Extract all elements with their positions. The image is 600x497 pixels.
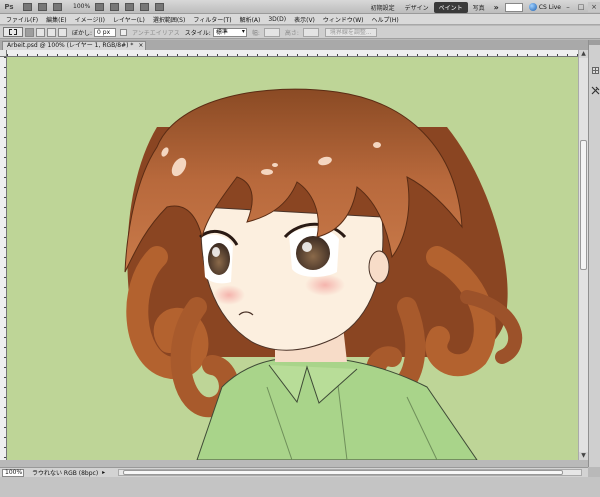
feather-input[interactable]: 0 px	[94, 27, 117, 37]
screen-mode-button[interactable]	[154, 2, 165, 12]
photoshop-window: Ps 100% 初期設定 デザイン ペイント 写真 » CS Live – □ …	[0, 0, 600, 497]
menu-select[interactable]: 選択範囲(S)	[149, 15, 190, 24]
new-selection-button[interactable]	[25, 27, 34, 37]
workspace-painting[interactable]: ペイント	[433, 1, 468, 13]
screen-mode-icon	[155, 2, 165, 11]
arrange-icon	[140, 2, 150, 11]
status-menu-arrow[interactable]: ▸	[102, 469, 105, 476]
grid-icon	[53, 2, 62, 11]
close-button[interactable]: ×	[588, 2, 600, 12]
panel-dock	[588, 40, 600, 467]
horizontal-scrollbar[interactable]	[118, 469, 582, 476]
brush-presets-button[interactable]	[590, 64, 600, 76]
document-canvas[interactable]	[7, 57, 578, 460]
hand-icon	[95, 2, 105, 11]
ear	[368, 250, 390, 284]
document-tab-title: Arbeit.psd @ 100% (レイヤー 1, RGB/8#) *	[7, 42, 134, 49]
style-select[interactable]: 標準	[212, 27, 247, 37]
workspace-essentials[interactable]: 初期設定	[366, 2, 400, 13]
add-to-selection-button[interactable]	[36, 27, 45, 37]
horizontal-scroll-thumb[interactable]	[123, 470, 563, 475]
width-label: 幅:	[251, 29, 260, 37]
options-bar: ぼかし: 0 px アンチエイリアス スタイル: 標準 幅: 高さ: 境界線を調…	[0, 26, 600, 39]
bridge-icon	[23, 2, 32, 11]
dock-grip[interactable]	[589, 40, 600, 45]
style-label: スタイル:	[184, 29, 211, 37]
vertical-scrollbar[interactable]: ▲ ▼	[578, 50, 588, 460]
height-label: 高さ:	[284, 29, 299, 37]
document-tab[interactable]: Arbeit.psd @ 100% (レイヤー 1, RGB/8#) * ×	[2, 41, 147, 50]
ruler-origin[interactable]	[0, 50, 7, 57]
zoom-level-dropdown[interactable]: 100%	[73, 3, 90, 10]
feather-label: ぼかし:	[72, 29, 93, 37]
vertical-ruler[interactable]	[0, 57, 7, 460]
globe-icon	[528, 3, 537, 11]
document-tab-bar: Arbeit.psd @ 100% (レイヤー 1, RGB/8#) * ×	[0, 40, 588, 50]
menu-layer[interactable]: レイヤー(L)	[109, 15, 149, 24]
minimize-button[interactable]: –	[562, 2, 574, 12]
menu-view[interactable]: 表示(V)	[290, 15, 319, 24]
scroll-down-button[interactable]: ▼	[579, 452, 588, 460]
menu-edit[interactable]: 編集(E)	[42, 15, 70, 24]
menu-file[interactable]: ファイル(F)	[2, 15, 42, 24]
minibridge-icon	[38, 2, 47, 11]
tools-panel-button[interactable]	[590, 84, 600, 96]
window-bottom-area	[0, 477, 600, 497]
menu-filter[interactable]: フィルター(T)	[189, 15, 235, 24]
rectangular-marquee-icon	[9, 29, 17, 35]
brush-presets-icon	[591, 66, 599, 74]
menu-bar: ファイル(F) 編集(E) イメージ(I) レイヤー(L) 選択範囲(S) フィ…	[0, 14, 600, 25]
workspace-design[interactable]: デザイン	[400, 2, 434, 13]
menu-window[interactable]: ウィンドウ(W)	[319, 15, 368, 24]
launch-bridge-button[interactable]	[22, 2, 33, 12]
scroll-up-button[interactable]: ▲	[579, 50, 588, 58]
close-document-icon[interactable]: ×	[138, 42, 143, 50]
view-extras-button[interactable]	[52, 2, 63, 12]
launch-minibridge-button[interactable]	[37, 2, 48, 12]
illustration-artwork	[124, 88, 523, 460]
refine-edge-button[interactable]: 境界線を調整...	[324, 27, 377, 37]
tools-icon	[591, 86, 599, 94]
right-cheek	[305, 274, 345, 296]
arrange-documents-button[interactable]	[139, 2, 150, 12]
more-workspaces-button[interactable]: »	[490, 2, 503, 13]
application-bar: Ps 100% 初期設定 デザイン ペイント 写真 » CS Live – □ …	[0, 0, 600, 14]
cs-live-button[interactable]: CS Live	[528, 3, 561, 11]
antialias-checkbox[interactable]	[120, 28, 128, 36]
hand-tool-button[interactable]	[94, 2, 105, 12]
width-input[interactable]	[263, 27, 280, 37]
vertical-scroll-thumb[interactable]	[580, 140, 587, 270]
status-bar: 100% ラウれない RGB (8bpc) ▸	[0, 467, 588, 477]
zoom-icon	[110, 2, 120, 11]
subtract-from-selection-button[interactable]	[47, 27, 56, 37]
menu-image[interactable]: イメージ(I)	[71, 15, 109, 24]
maximize-button[interactable]: □	[575, 2, 587, 12]
photoshop-logo: Ps	[4, 2, 14, 11]
antialias-label: アンチエイリアス	[132, 29, 180, 37]
rotate-view-button[interactable]	[124, 2, 135, 12]
cs-live-label: CS Live	[538, 3, 561, 11]
document-info: ラウれない RGB (8bpc)	[32, 470, 99, 477]
tool-preset-picker[interactable]	[3, 27, 23, 37]
menu-3d[interactable]: 3D(D)	[264, 16, 290, 23]
rotate-icon	[125, 2, 135, 11]
zoom-tool-button[interactable]	[109, 2, 120, 12]
status-zoom-input[interactable]: 100%	[2, 468, 24, 477]
horizontal-ruler[interactable]	[7, 50, 578, 57]
intersect-selection-button[interactable]	[58, 27, 67, 37]
workspace-switcher: 初期設定 デザイン ペイント 写真 » CS Live – □ ×	[366, 0, 600, 14]
menu-analysis[interactable]: 解析(A)	[236, 15, 265, 24]
left-cheek	[213, 285, 245, 305]
search-input[interactable]	[504, 2, 523, 12]
height-input[interactable]	[302, 27, 319, 37]
menu-help[interactable]: ヘルプ(H)	[368, 15, 403, 24]
workspace-photography[interactable]: 写真	[468, 2, 490, 13]
